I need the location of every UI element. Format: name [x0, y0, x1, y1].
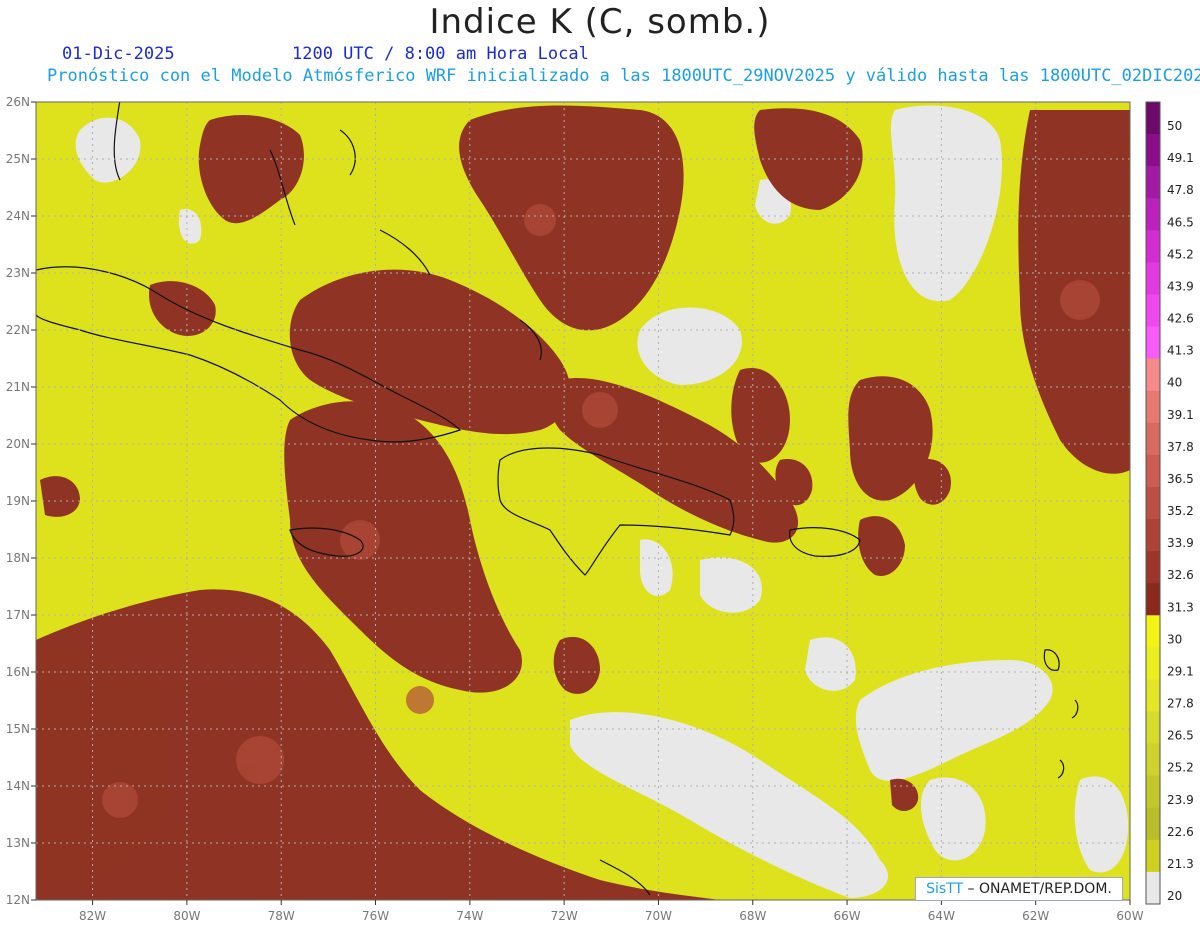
x-tick-label: 72W — [551, 909, 578, 923]
y-tick-label: 16N — [6, 665, 30, 679]
colorbar-label: 45.2 — [1167, 247, 1194, 261]
colorbar-swatch — [1146, 647, 1160, 680]
colorbar-label: 47.8 — [1167, 183, 1194, 197]
y-tick-label: 19N — [6, 494, 30, 508]
colorbar-label: 49.1 — [1167, 151, 1194, 165]
weather-map: 82W 80W 78W 76W 74W 72W 70W 68W 66W 64W 62W 60W 26N… — [6, 95, 1194, 923]
credit-text: – ONAMET/REP.DOM. — [963, 881, 1112, 897]
colorbar-swatch — [1146, 519, 1160, 552]
credit-badge: SisTT – ONAMET/REP.DOM. — [915, 877, 1123, 901]
x-tick-label: 62W — [1022, 909, 1049, 923]
y-tick-label: 17N — [6, 608, 30, 622]
colorbar-swatch — [1146, 358, 1160, 392]
sistt-logo: SisTT — [926, 881, 964, 897]
y-tick-label: 23N — [6, 266, 30, 280]
y-tick-label: 20N — [6, 437, 30, 451]
x-tick-label: 80W — [173, 909, 200, 923]
longitude-ticks: 82W 80W 78W 76W 74W 72W 70W 68W 66W 64W 62W 60W — [79, 900, 1144, 923]
latitude-ticks: 26N 25N 24N 23N 22N 21N 20N 19N 18N 17N 16N 15N 14N 1… — [6, 95, 36, 907]
colorbar-swatch — [1146, 486, 1160, 520]
colorbar-label: 30 — [1167, 632, 1182, 646]
colorbar-swatch — [1146, 839, 1160, 873]
colorbar-swatch — [1146, 551, 1160, 584]
colorbar-swatch — [1146, 743, 1160, 777]
colorbar-label: 36.5 — [1167, 472, 1194, 486]
colorbar-label: 31.3 — [1167, 600, 1194, 614]
colorbar-label: 21.3 — [1167, 857, 1194, 871]
colorbar-label: 22.6 — [1167, 825, 1194, 839]
colorbar-swatch — [1146, 615, 1160, 648]
colorbar-label: 46.5 — [1167, 215, 1194, 229]
x-tick-label: 70W — [645, 909, 672, 923]
y-tick-label: 25N — [6, 152, 30, 166]
colorbar-label: 33.9 — [1167, 536, 1194, 550]
y-tick-label: 13N — [6, 836, 30, 850]
x-tick-label: 82W — [79, 909, 106, 923]
colorbar-swatch — [1146, 390, 1160, 424]
colorbar-swatch — [1146, 807, 1160, 841]
colorbar-label: 42.6 — [1167, 312, 1194, 326]
colorbar-swatch — [1146, 262, 1160, 295]
colorbar-swatch — [1146, 583, 1160, 616]
colorbar-label: 29.1 — [1167, 664, 1194, 678]
colorbar-label: 40 — [1167, 376, 1182, 390]
colorbar-swatch — [1146, 230, 1160, 263]
colorbar-swatch — [1146, 166, 1160, 199]
x-tick-label: 74W — [456, 909, 483, 923]
x-tick-label: 60W — [1116, 909, 1143, 923]
x-tick-label: 64W — [928, 909, 955, 923]
colorbar-swatch — [1146, 134, 1160, 167]
colorbar-swatch — [1146, 871, 1160, 905]
colorbar-label: 37.8 — [1167, 440, 1194, 454]
colorbar-label: 41.3 — [1167, 344, 1194, 358]
colorbar-label: 27.8 — [1167, 697, 1194, 711]
colorbar-label: 23.9 — [1167, 793, 1194, 807]
colorbar-label: 20 — [1167, 889, 1182, 903]
colorbar-swatch — [1146, 326, 1160, 360]
colorbar-label: 25.2 — [1167, 761, 1194, 775]
map-field — [36, 102, 1130, 900]
y-tick-label: 21N — [6, 380, 30, 394]
colorbar-swatch — [1146, 775, 1160, 809]
y-tick-label: 22N — [6, 323, 30, 337]
x-tick-label: 78W — [268, 909, 295, 923]
colorbar-label: 43.9 — [1167, 279, 1194, 293]
x-tick-label: 68W — [739, 909, 766, 923]
colorbar-label: 50 — [1167, 119, 1182, 133]
colorbar-label: 35.2 — [1167, 504, 1194, 518]
colorbar-swatch — [1146, 679, 1160, 713]
y-tick-label: 18N — [6, 551, 30, 565]
colorbar-label: 32.6 — [1167, 568, 1194, 582]
colorbar-swatch — [1146, 711, 1160, 745]
colorbar-swatch — [1146, 102, 1160, 135]
y-tick-label: 26N — [6, 95, 30, 109]
y-tick-label: 15N — [6, 722, 30, 736]
colorbar-swatch — [1146, 422, 1160, 456]
x-tick-label: 66W — [833, 909, 860, 923]
colorbar-label: 39.1 — [1167, 408, 1194, 422]
colorbar-swatch — [1146, 294, 1160, 328]
y-tick-label: 14N — [6, 779, 30, 793]
colorbar: 50 49.1 47.8 46.5 45.2 43.9 42.6 41.3 40 39.1 37.8… — [1145, 101, 1194, 905]
y-tick-label: 12N — [6, 893, 30, 907]
colorbar-swatch — [1146, 198, 1160, 231]
y-tick-label: 24N — [6, 209, 30, 223]
x-tick-label: 76W — [362, 909, 389, 923]
colorbar-swatch — [1146, 454, 1160, 488]
colorbar-label: 26.5 — [1167, 729, 1194, 743]
